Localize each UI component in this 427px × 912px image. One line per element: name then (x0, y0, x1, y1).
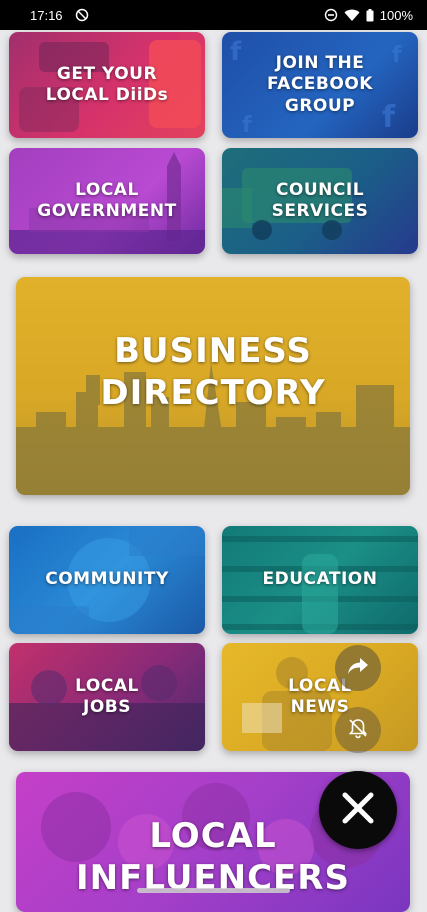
tile-council-services[interactable]: COUNCIL SERVICES (222, 148, 418, 254)
tile-local-government[interactable]: LOCAL GOVERNMENT (9, 148, 205, 254)
svg-text:f: f (242, 113, 252, 138)
tile-label: COMMUNITY (45, 569, 169, 590)
wifi-icon (344, 9, 360, 22)
svg-text:f: f (230, 37, 242, 67)
tile-local-jobs[interactable]: LOCAL JOBS (9, 643, 205, 751)
tile-label: BUSINESS DIRECTORY (100, 330, 326, 414)
share-button[interactable] (335, 645, 381, 691)
tile-business-directory[interactable]: BUSINESS DIRECTORY (16, 277, 410, 495)
svg-text:f: f (382, 100, 396, 135)
tile-label: JOIN THE FACEBOOK GROUP (267, 53, 373, 116)
tile-label: EDUCATION (262, 569, 378, 590)
status-bar: 17:16 100% (0, 0, 427, 30)
tile-label: LOCAL GOVERNMENT (37, 179, 177, 221)
share-icon (347, 656, 369, 681)
tile-label: LOCAL INFLUENCERS (76, 815, 350, 899)
do-not-disturb-icon (324, 8, 338, 22)
mute-notifications-button[interactable] (335, 707, 381, 753)
home-indicator[interactable] (137, 888, 290, 893)
bell-off-icon (347, 717, 369, 744)
close-icon (341, 791, 375, 830)
status-time: 17:16 (30, 7, 63, 23)
tile-community[interactable]: COMMUNITY (9, 526, 205, 634)
tile-local-news[interactable]: LOCAL NEWS (222, 643, 418, 751)
tile-label: LOCAL JOBS (75, 675, 139, 717)
sync-disabled-icon (75, 8, 89, 22)
battery-percent: 100% (379, 7, 413, 23)
battery-icon (366, 8, 374, 22)
tile-education[interactable]: EDUCATION (222, 526, 418, 634)
tile-join-facebook-group[interactable]: f f f f JOIN THE FACEBOOK GROUP (222, 32, 418, 138)
tile-label: GET YOUR LOCAL DiiDs (45, 63, 169, 105)
tile-label: COUNCIL SERVICES (271, 179, 369, 221)
tile-get-local-diids[interactable]: GET YOUR LOCAL DiiDs (9, 32, 205, 138)
svg-text:f: f (392, 43, 402, 68)
close-button[interactable] (319, 771, 397, 849)
